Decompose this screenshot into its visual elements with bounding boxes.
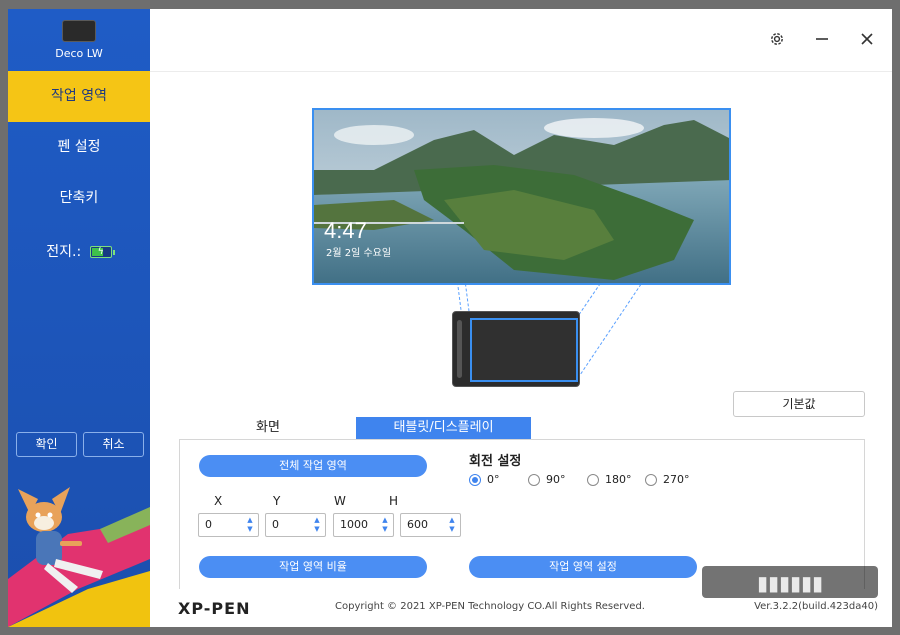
- stepper-arrows-icon[interactable]: ▲ ▼: [246, 516, 254, 534]
- field-label-w: W: [334, 494, 346, 508]
- tablet-device-icon: [62, 20, 96, 42]
- close-icon[interactable]: [858, 31, 876, 49]
- tablet-preview: [452, 311, 580, 387]
- tablet-express-keys: [457, 320, 462, 378]
- tab-screen[interactable]: 화면: [180, 417, 356, 439]
- work-area-setting-button[interactable]: 작업 영역 설정: [469, 556, 697, 578]
- full-work-area-button[interactable]: 전체 작업 영역: [199, 455, 427, 477]
- rotation-0-label: 0°: [487, 473, 500, 486]
- tab-tablet-display[interactable]: 태블릿/디스플레이: [356, 417, 531, 439]
- rotation-270-label: 270°: [663, 473, 690, 486]
- w-value: 1000: [340, 518, 368, 531]
- rotation-90-label: 90°: [546, 473, 566, 486]
- field-label-y: Y: [273, 494, 281, 508]
- y-value: 0: [272, 518, 279, 531]
- lock-screen-time: 4:47: [324, 218, 367, 243]
- site-watermark: ▮▮▮▮▮▮: [702, 566, 878, 598]
- minimize-icon[interactable]: [813, 31, 831, 49]
- rotation-title: 회전 설정: [469, 454, 522, 469]
- sidebar-item-shortcuts[interactable]: 단축키: [8, 173, 150, 224]
- field-label-x: X: [214, 494, 223, 508]
- sidebar-item-label: 펜 설정: [57, 139, 101, 155]
- sidebar-item-label: 단축키: [59, 190, 99, 206]
- app-window: Deco LW 작업 영역 펜 설정 단축키 전지.: ϟ 확인 취소 4:47…: [8, 9, 892, 627]
- device-name: Deco LW: [55, 47, 103, 60]
- screen-preview: 4:47 2월 2일 수요일: [312, 108, 731, 285]
- sidebar-item-pen-settings[interactable]: 펜 설정: [8, 122, 150, 173]
- svg-text:▮▮▮▮▮▮: ▮▮▮▮▮▮: [757, 571, 823, 595]
- sidebar-item-label: 작업 영역: [51, 88, 107, 104]
- w-stepper[interactable]: 1000 ▲ ▼: [333, 513, 394, 537]
- header-divider: [150, 71, 892, 72]
- copyright-text: Copyright © 2021 XP-PEN Technology CO.Al…: [335, 601, 645, 612]
- default-button[interactable]: 기본값: [733, 391, 865, 417]
- device-header: Deco LW: [8, 9, 150, 71]
- y-stepper[interactable]: 0 ▲ ▼: [265, 513, 326, 537]
- x-stepper[interactable]: 0 ▲ ▼: [198, 513, 259, 537]
- field-label-h: H: [389, 494, 399, 508]
- rotation-180-label: 180°: [605, 473, 632, 486]
- work-area-ratio-button[interactable]: 작업 영역 비율: [199, 556, 427, 578]
- sidebar-item-battery: 전지.: ϟ: [8, 227, 150, 278]
- h-stepper[interactable]: 600 ▲ ▼: [400, 513, 461, 537]
- sidebar: Deco LW 작업 영역 펜 설정 단축키 전지.: ϟ 확인 취소: [8, 9, 150, 627]
- battery-charging-icon: ϟ: [89, 246, 115, 258]
- mascot-illustration: [8, 487, 150, 627]
- gear-icon[interactable]: [768, 31, 786, 49]
- stepper-arrows-icon[interactable]: ▲ ▼: [448, 516, 456, 534]
- x-value: 0: [205, 518, 212, 531]
- xp-pen-logo: XP-PEN: [178, 599, 251, 618]
- tablet-active-area[interactable]: [470, 318, 578, 382]
- battery-label: 전지.:: [46, 244, 82, 260]
- h-value: 600: [407, 518, 428, 531]
- confirm-button[interactable]: 확인: [16, 432, 77, 457]
- lock-screen-date: 2월 2일 수요일: [326, 248, 392, 259]
- cancel-button[interactable]: 취소: [83, 432, 144, 457]
- stepper-arrows-icon[interactable]: ▲ ▼: [381, 516, 389, 534]
- stepper-arrows-icon[interactable]: ▲ ▼: [313, 516, 321, 534]
- sidebar-item-work-area[interactable]: 작업 영역: [8, 71, 150, 122]
